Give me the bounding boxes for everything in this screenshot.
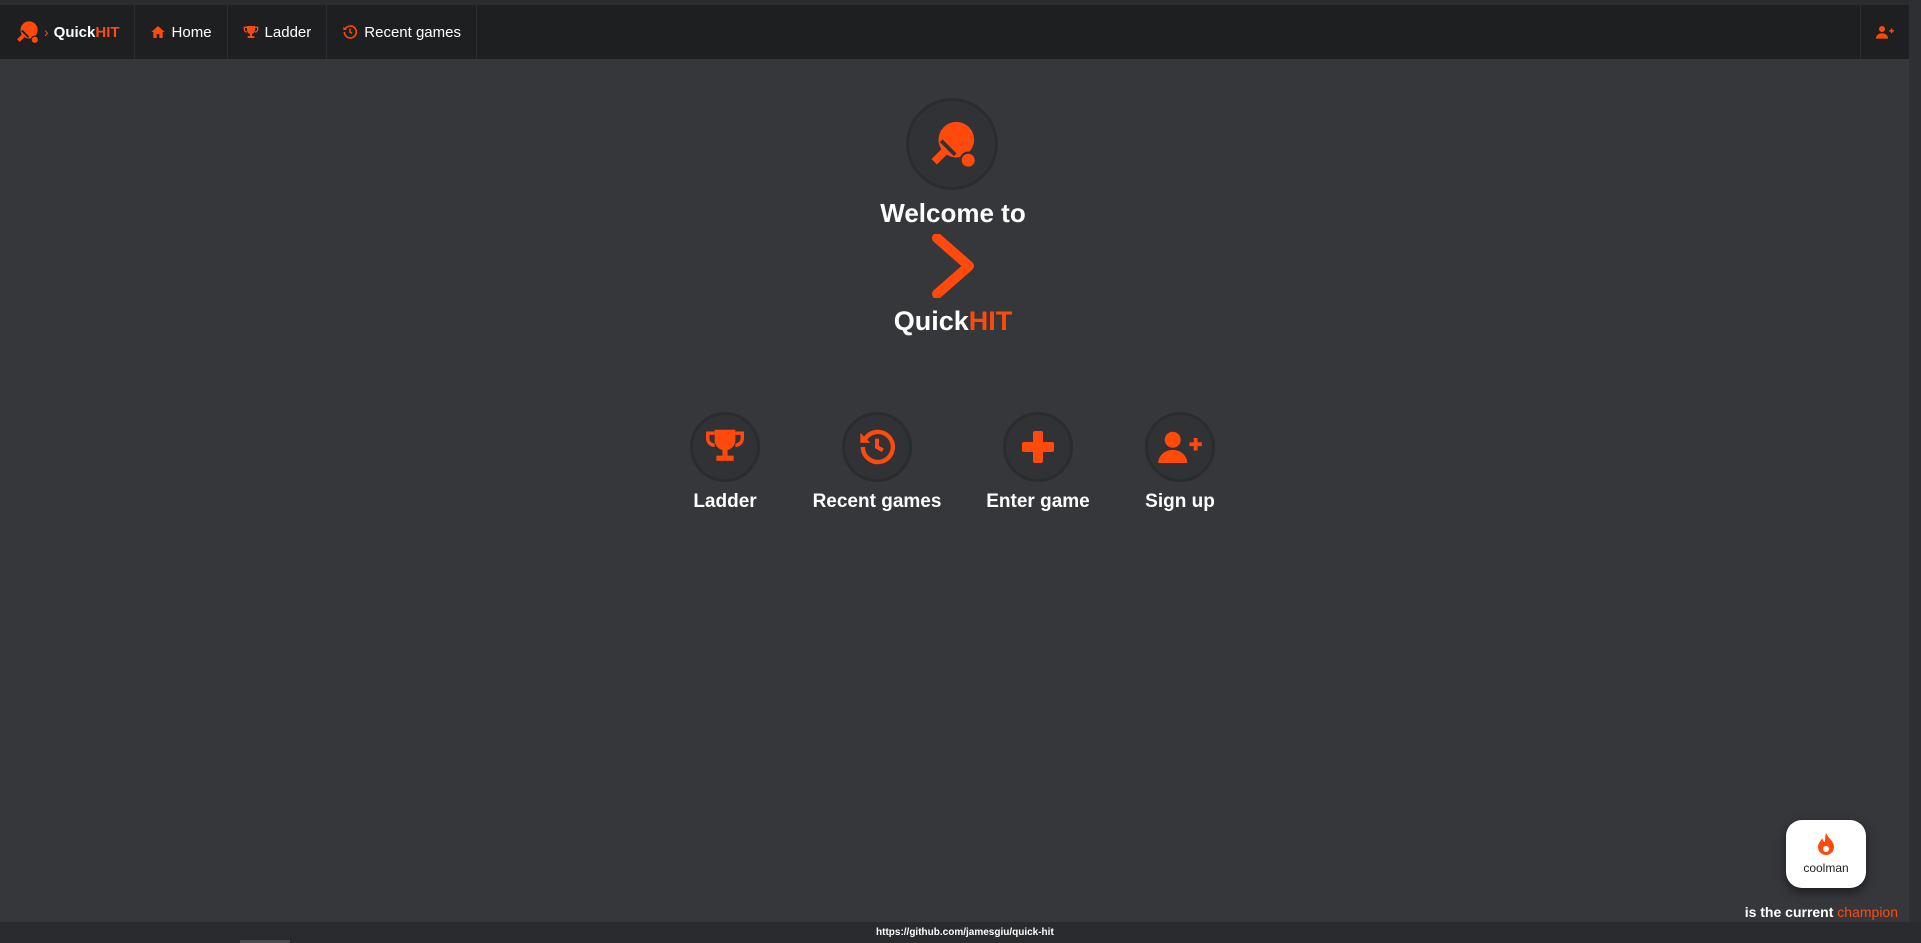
- trophy-icon: [243, 26, 258, 38]
- champion-card[interactable]: coolman: [1786, 820, 1866, 888]
- action-ladder[interactable]: Ladder: [645, 412, 805, 513]
- action-enter-game-label: Enter game: [986, 491, 1090, 512]
- scrollbar-track[interactable]: [1909, 0, 1921, 943]
- action-recent-games-label: Recent games: [812, 491, 942, 512]
- welcome-heading: Welcome to: [880, 198, 1026, 228]
- history-icon: [343, 25, 358, 39]
- action-recent-games[interactable]: Recent games: [797, 412, 957, 513]
- history-icon: [860, 429, 895, 465]
- chevron-right-icon: [932, 234, 974, 298]
- champion-name: coolman: [1803, 861, 1849, 875]
- hero-brand-name: QuickHIT: [893, 306, 1013, 336]
- navbar: › QuickHIT Home Ladder Recent games: [0, 5, 1909, 59]
- user-plus-icon: [1158, 431, 1202, 463]
- action-sign-up[interactable]: Sign up: [1100, 412, 1260, 513]
- action-ladder-circle: [690, 412, 760, 482]
- brand-link[interactable]: › QuickHIT: [0, 5, 135, 59]
- action-recent-games-circle: [842, 412, 912, 482]
- plus-icon: [1022, 431, 1054, 463]
- champion-caption: is the current champion: [1744, 904, 1898, 920]
- trophy-icon: [706, 429, 744, 461]
- nav-recent-games-label: Recent games: [364, 23, 461, 41]
- nav-ladder-label: Ladder: [264, 23, 312, 41]
- chevron-right-icon: ›: [44, 24, 49, 40]
- nav-ladder[interactable]: Ladder: [228, 5, 328, 59]
- action-sign-up-label: Sign up: [1145, 491, 1215, 512]
- flame-icon: [1818, 833, 1834, 855]
- action-sign-up-circle: [1145, 412, 1215, 482]
- brand-name: QuickHIT: [53, 23, 120, 41]
- nav-sign-up[interactable]: [1860, 5, 1909, 59]
- ping-pong-icon: [17, 21, 39, 44]
- home-icon: [150, 26, 165, 38]
- hero-logo: [906, 98, 998, 190]
- action-enter-game[interactable]: Enter game: [958, 412, 1118, 513]
- action-ladder-label: Ladder: [693, 491, 757, 512]
- status-url: https://github.com/jamesgiu/quick-hit: [876, 927, 1054, 938]
- ping-pong-icon: [931, 121, 977, 169]
- user-plus-icon: [1876, 26, 1894, 39]
- action-enter-game-circle: [1003, 412, 1073, 482]
- app-frame: › QuickHIT Home Ladder Recent games Welc…: [0, 0, 1921, 943]
- nav-home[interactable]: Home: [135, 5, 228, 59]
- nav-recent-games[interactable]: Recent games: [327, 5, 477, 59]
- nav-home-label: Home: [171, 23, 212, 41]
